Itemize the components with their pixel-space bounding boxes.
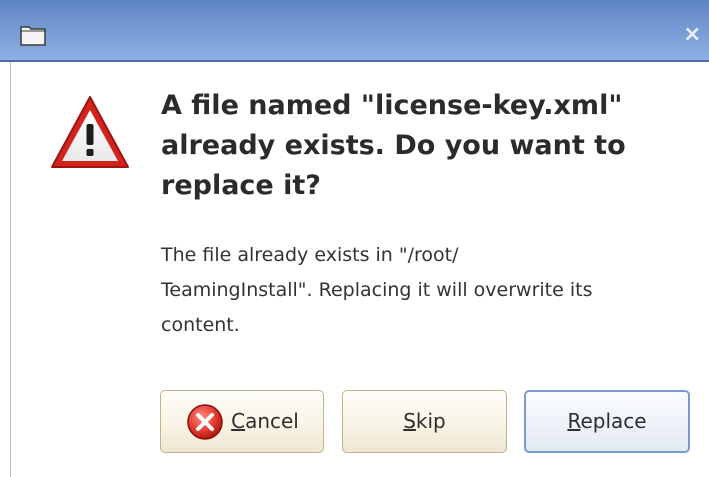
replace-file-dialog: × A file named "license-key.xml" already… (0, 0, 709, 477)
title-bar[interactable]: × (0, 0, 709, 62)
replace-button[interactable]: Replace (524, 390, 690, 453)
skip-button[interactable]: Skip (342, 390, 507, 453)
close-icon[interactable]: × (683, 24, 701, 46)
cancel-icon (187, 403, 223, 440)
folder-icon (20, 26, 46, 46)
skip-button-label: Skip (403, 409, 446, 433)
cancel-button-label: Cancel (231, 409, 299, 433)
replace-button-label: Replace (567, 409, 647, 433)
cancel-button[interactable]: Cancel (160, 390, 324, 453)
dialog-content: A file named "license-key.xml" already e… (10, 62, 709, 477)
warning-icon (51, 96, 129, 168)
dialog-heading: A file named "license-key.xml" already e… (161, 90, 626, 201)
dialog-message: The file already exists in "/root/ Teami… (161, 244, 593, 336)
